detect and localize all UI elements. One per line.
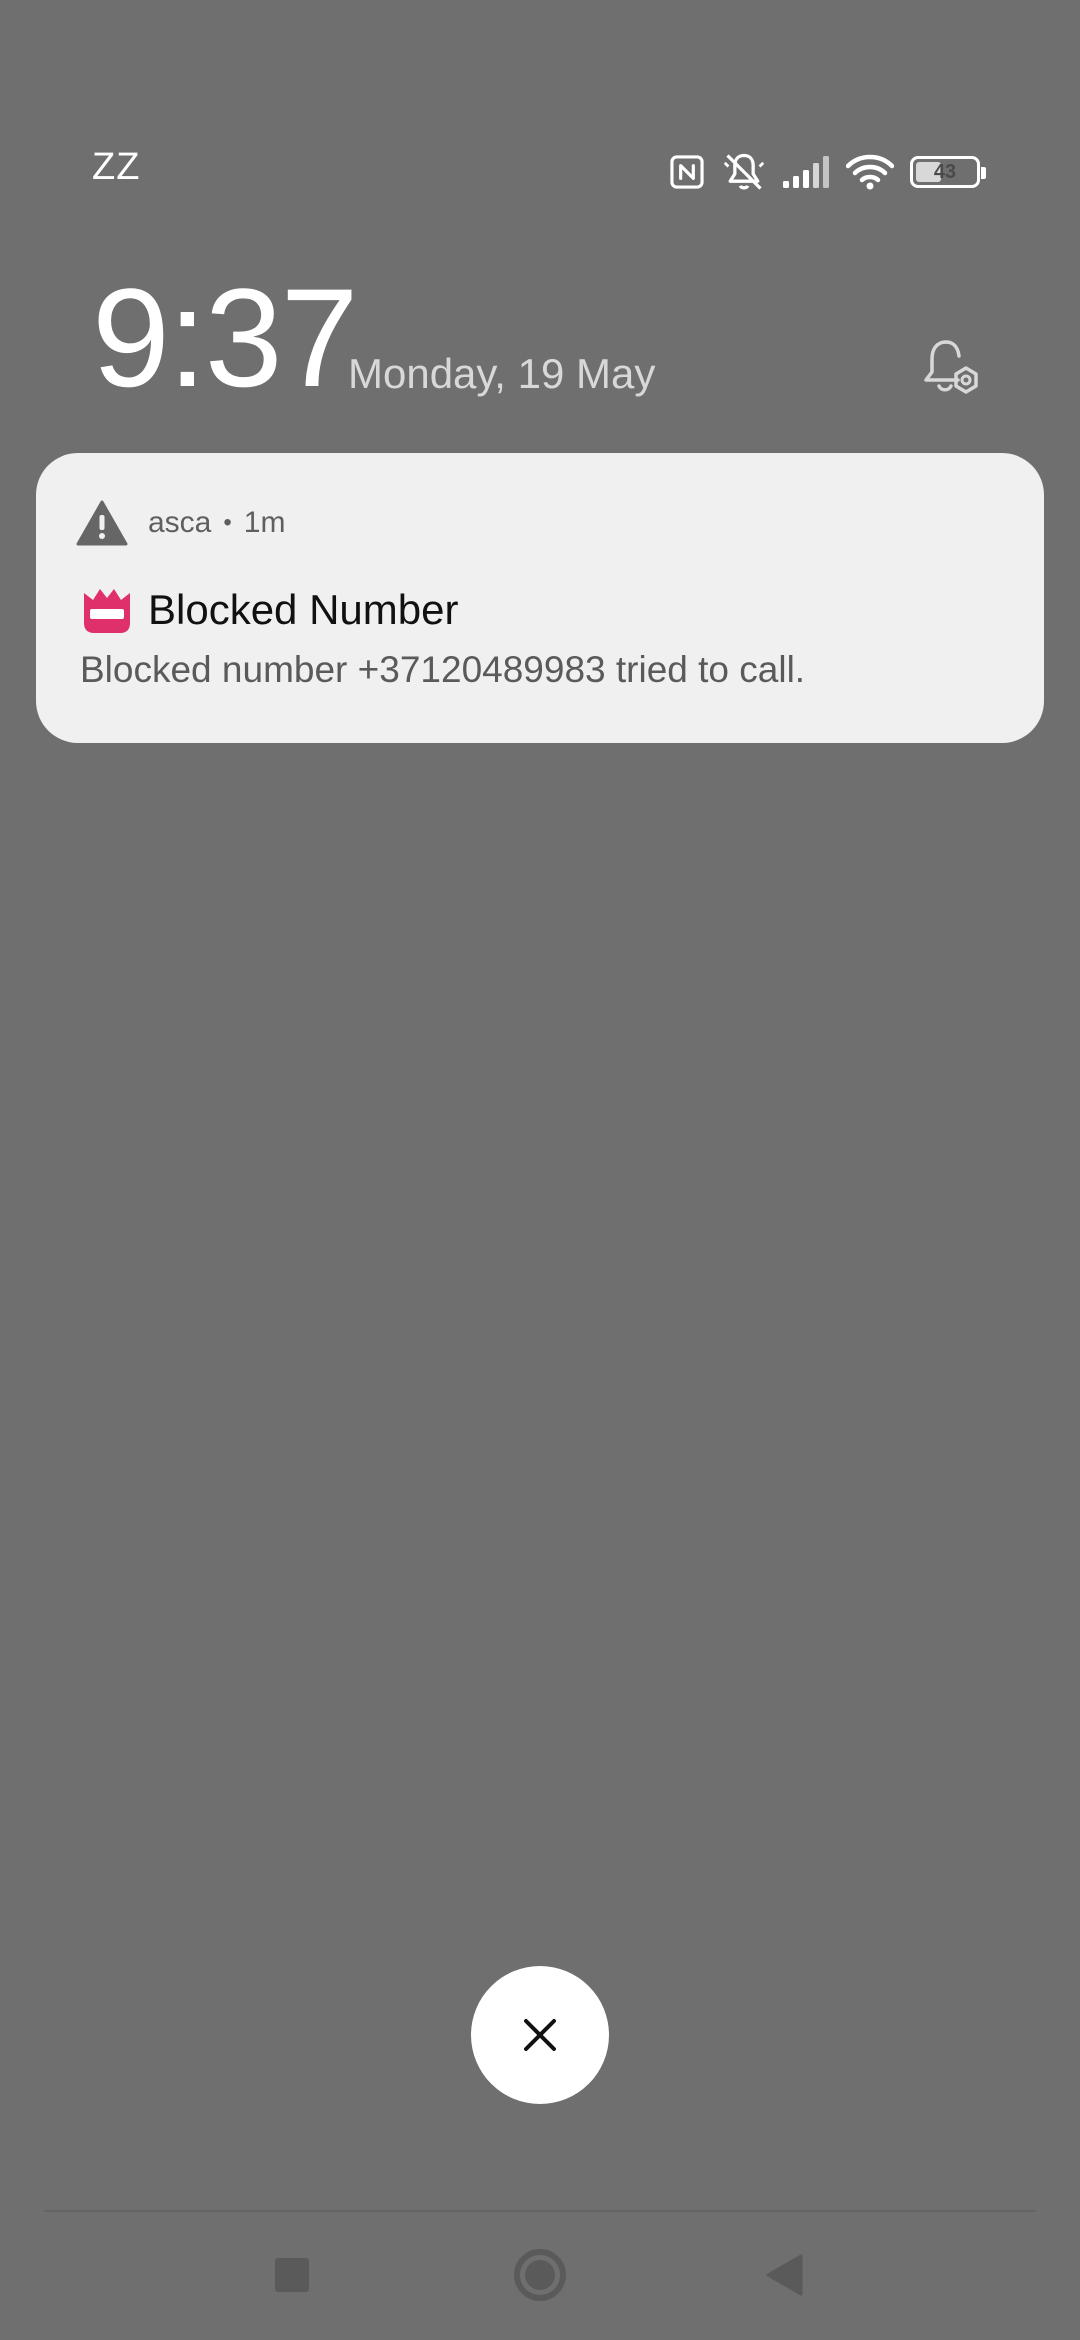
notification-settings-icon[interactable] <box>916 334 986 404</box>
notification-separator: • <box>223 509 232 536</box>
warning-icon <box>76 500 128 546</box>
battery-level-text: 43 <box>933 160 957 183</box>
back-button[interactable] <box>751 2242 817 2308</box>
lockscreen-date: Monday, 19 May <box>348 350 656 397</box>
nfc-icon <box>670 155 704 189</box>
notification-time: 1m <box>243 506 286 539</box>
wifi-icon <box>846 154 894 190</box>
notification-title: Blocked Number <box>148 586 459 633</box>
close-icon <box>524 2019 556 2051</box>
notification-app-name: asca <box>148 506 212 539</box>
signal-icon <box>783 156 829 188</box>
recents-icon <box>275 2258 309 2292</box>
notification-body: Blocked number +37120489983 tried to cal… <box>80 649 806 690</box>
dismiss-all-button[interactable] <box>471 1966 609 2104</box>
status-bar: ZZ 43 <box>0 140 1080 204</box>
lockscreen-clock: 9:37 <box>92 259 358 416</box>
back-icon <box>766 2254 803 2296</box>
notification-title-row: Blocked Number <box>80 583 458 637</box>
carrier-label: ZZ <box>92 146 141 188</box>
battery-icon: 43 <box>910 156 986 188</box>
blocked-number-icon <box>84 589 130 633</box>
notification-card[interactable]: asca • 1m Blocked Number Blocked number … <box>36 453 1044 743</box>
status-icons: 43 <box>668 148 986 196</box>
nav-bar-divider <box>44 2210 1036 2212</box>
recents-button[interactable] <box>259 2242 325 2308</box>
bell-muted-icon <box>723 153 765 190</box>
home-icon <box>514 2249 566 2301</box>
battery-tip <box>981 167 986 179</box>
home-button[interactable] <box>507 2242 573 2308</box>
notification-header: asca • 1m <box>76 495 285 551</box>
